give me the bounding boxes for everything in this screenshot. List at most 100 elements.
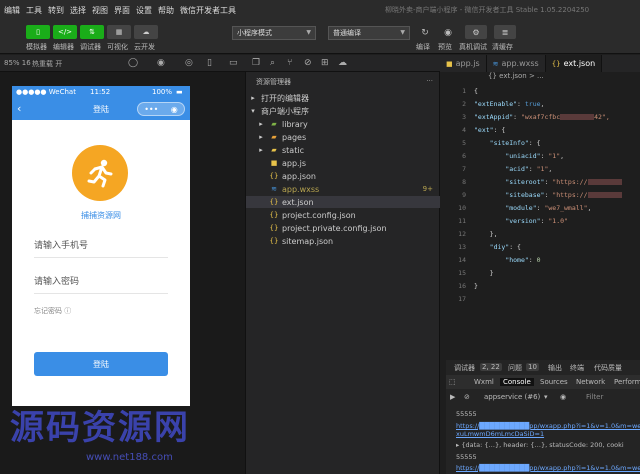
more-dots-icon[interactable]: ··· (426, 77, 433, 85)
code-line: 2 "extEnable": true, (440, 97, 640, 110)
chevron-right-icon: ▸ (251, 94, 255, 102)
project-section[interactable]: ▾ 商户端小程序 (246, 105, 441, 117)
devtools-tabs: ⬚ Wxml Console Sources Network Perform (446, 375, 640, 389)
eye-icon[interactable]: ◉ (441, 26, 455, 40)
cloud-icon[interactable]: ☁ (338, 58, 347, 68)
tab-network[interactable]: Network (576, 378, 605, 386)
runner-logo-icon (72, 145, 128, 201)
open-editors-section[interactable]: ▸ 打开的编辑器 (246, 92, 441, 104)
password-field[interactable]: 请输入密码 (34, 274, 168, 294)
menu-item-tools[interactable]: 工具 (26, 5, 42, 16)
line-number: 12 (458, 230, 466, 238)
visual-toggle-button[interactable]: ▦ (107, 25, 131, 39)
login-button[interactable]: 登陆 (34, 352, 168, 376)
eye-icon[interactable]: ◉ (560, 393, 566, 401)
tab-app-js[interactable]: ■ app.js (440, 55, 487, 72)
simulator-label: 模拟器 (26, 43, 47, 51)
forgot-password-link[interactable]: 忘记密码 ⓘ (34, 306, 71, 316)
target-icon[interactable]: ◎ (185, 58, 193, 68)
code-text: "siteroot": "https:// (474, 178, 622, 186)
chevron-down-icon: ▾ (544, 393, 548, 401)
output-tab-label[interactable]: 输出 (548, 363, 562, 373)
debug-icon[interactable]: ⊘ (304, 58, 312, 68)
cloud-toggle-button[interactable]: ☁ (134, 25, 158, 39)
git-icon[interactable]: ⑂ (287, 58, 292, 68)
menu-item-settings[interactable]: 设置 (136, 5, 152, 16)
zoom-select[interactable]: 85% 16 (4, 59, 31, 67)
tab-ext-json[interactable]: {} ext.json (545, 55, 603, 72)
clear-cache-button[interactable]: ≣ (494, 25, 516, 39)
capsule-menu[interactable]: ••• ◉ (137, 102, 185, 116)
phone-placeholder: 请输入手机号 (34, 241, 89, 251)
debugger-toggle-button[interactable]: ⇅ (80, 25, 104, 39)
tree-item-project-private-config[interactable]: {} project.private.config.json (246, 222, 441, 234)
code-editor[interactable]: 1{2 "extEnable": true, 3 "extAppid": "wxaf7… (440, 84, 640, 354)
menu-item-edit[interactable]: 编辑 (4, 5, 20, 16)
menu-item-interface[interactable]: 界面 (114, 5, 130, 16)
window-icon[interactable]: ▭ (229, 58, 238, 68)
menu-item-view[interactable]: 视图 (92, 5, 108, 16)
folder-icon: ▰ (271, 146, 277, 154)
tab-app-wxss[interactable]: ≋ app.wxss (487, 55, 546, 72)
console-log-link[interactable]: https://██████████pp/wxapp.php?i=1&v=1.0… (456, 422, 640, 430)
line-number: 17 (458, 295, 466, 303)
tree-item-static[interactable]: ▸ ▰ static (246, 144, 441, 156)
debugger-tab-label[interactable]: 调试器 (454, 363, 475, 373)
tree-item-label: static (282, 145, 304, 155)
search-icon[interactable]: ⌕ (270, 58, 275, 68)
tree-item-ext-json[interactable]: {} ext.json (246, 196, 441, 208)
tree-item-sitemap[interactable]: {} sitemap.json (246, 235, 441, 247)
context-select[interactable]: appservice (#6) (484, 393, 540, 401)
tab-sources[interactable]: Sources (540, 378, 568, 386)
refresh-icon[interactable]: ↻ (418, 26, 432, 40)
tree-item-app-js[interactable]: ■ app.js (246, 157, 441, 169)
remote-debug-button[interactable]: ⚙ (465, 25, 487, 39)
tree-item-library[interactable]: ▸ ▰ library (246, 118, 441, 130)
play-icon[interactable]: ▶ (450, 393, 455, 401)
console-log-line: 55555 (456, 410, 477, 418)
files-icon[interactable]: ❐ (252, 58, 260, 68)
terminal-tab-label[interactable]: 终端 (570, 363, 584, 373)
quality-tab-label[interactable]: 代码质量 (594, 363, 622, 373)
tab-performance[interactable]: Perform (614, 378, 640, 386)
redacted-block (587, 179, 622, 185)
mute-icon[interactable]: ◉ (157, 58, 165, 68)
tree-item-project-config[interactable]: {} project.config.json (246, 209, 441, 221)
tree-item-app-wxss[interactable]: ≋ app.wxss 9+ (246, 183, 441, 195)
code-line: 1{ (440, 84, 640, 97)
compile-label: 编译 (416, 43, 430, 51)
block-icon[interactable]: ⊘ (464, 393, 470, 401)
chevron-right-icon: ▸ (259, 120, 263, 128)
editor-toggle-button[interactable]: </> (53, 25, 77, 39)
compile-select[interactable]: 普通编译 ▼ (328, 26, 410, 40)
mode-select[interactable]: 小程序模式 ▼ (232, 26, 316, 40)
folder-icon: ▰ (271, 120, 277, 128)
phone-field[interactable]: 请输入手机号 (34, 238, 168, 258)
tree-item-label: project.private.config.json (282, 223, 387, 233)
code-line: 5 "siteInfo": { (440, 136, 640, 149)
record-icon[interactable]: ◯ (128, 58, 138, 68)
tab-wxml[interactable]: Wxml (474, 378, 494, 386)
console-log-link[interactable]: https://██████████pp/wxapp.php?i=1&v=1.0… (456, 464, 640, 472)
tab-console[interactable]: Console (500, 378, 534, 386)
more-dots-icon[interactable]: ••• (144, 105, 158, 114)
console-log-link[interactable]: xuLmwmD6mLmcDaSiD=1 (456, 430, 544, 438)
menu-item-devtools[interactable]: 微信开发者工具 (180, 5, 236, 16)
phone-icon[interactable]: ▯ (207, 58, 212, 68)
menu-item-help[interactable]: 帮助 (158, 5, 174, 16)
menu-item-goto[interactable]: 转到 (48, 5, 64, 16)
tree-item-app-json[interactable]: {} app.json (246, 170, 441, 182)
console-log-object[interactable]: ▸ {data: {…}, header: {…}, statusCode: 2… (456, 441, 624, 449)
code-text: "ext": { (474, 126, 506, 134)
menu-item-select[interactable]: 选择 (70, 5, 86, 16)
simulator-toggle-button[interactable]: ▯ (26, 25, 50, 39)
inspect-icon[interactable]: ⬚ (449, 378, 456, 386)
problems-tab-label[interactable]: 问题 (508, 363, 522, 373)
tree-item-pages[interactable]: ▸ ▰ pages (246, 131, 441, 143)
line-number: 8 (462, 178, 466, 186)
hotreload-toggle[interactable]: 热重载 开 (32, 59, 62, 69)
close-circle-icon[interactable]: ◉ (171, 105, 178, 114)
extensions-icon[interactable]: ⊞ (321, 58, 329, 68)
code-text: { (474, 87, 478, 95)
filter-input[interactable]: Filter (586, 393, 603, 401)
